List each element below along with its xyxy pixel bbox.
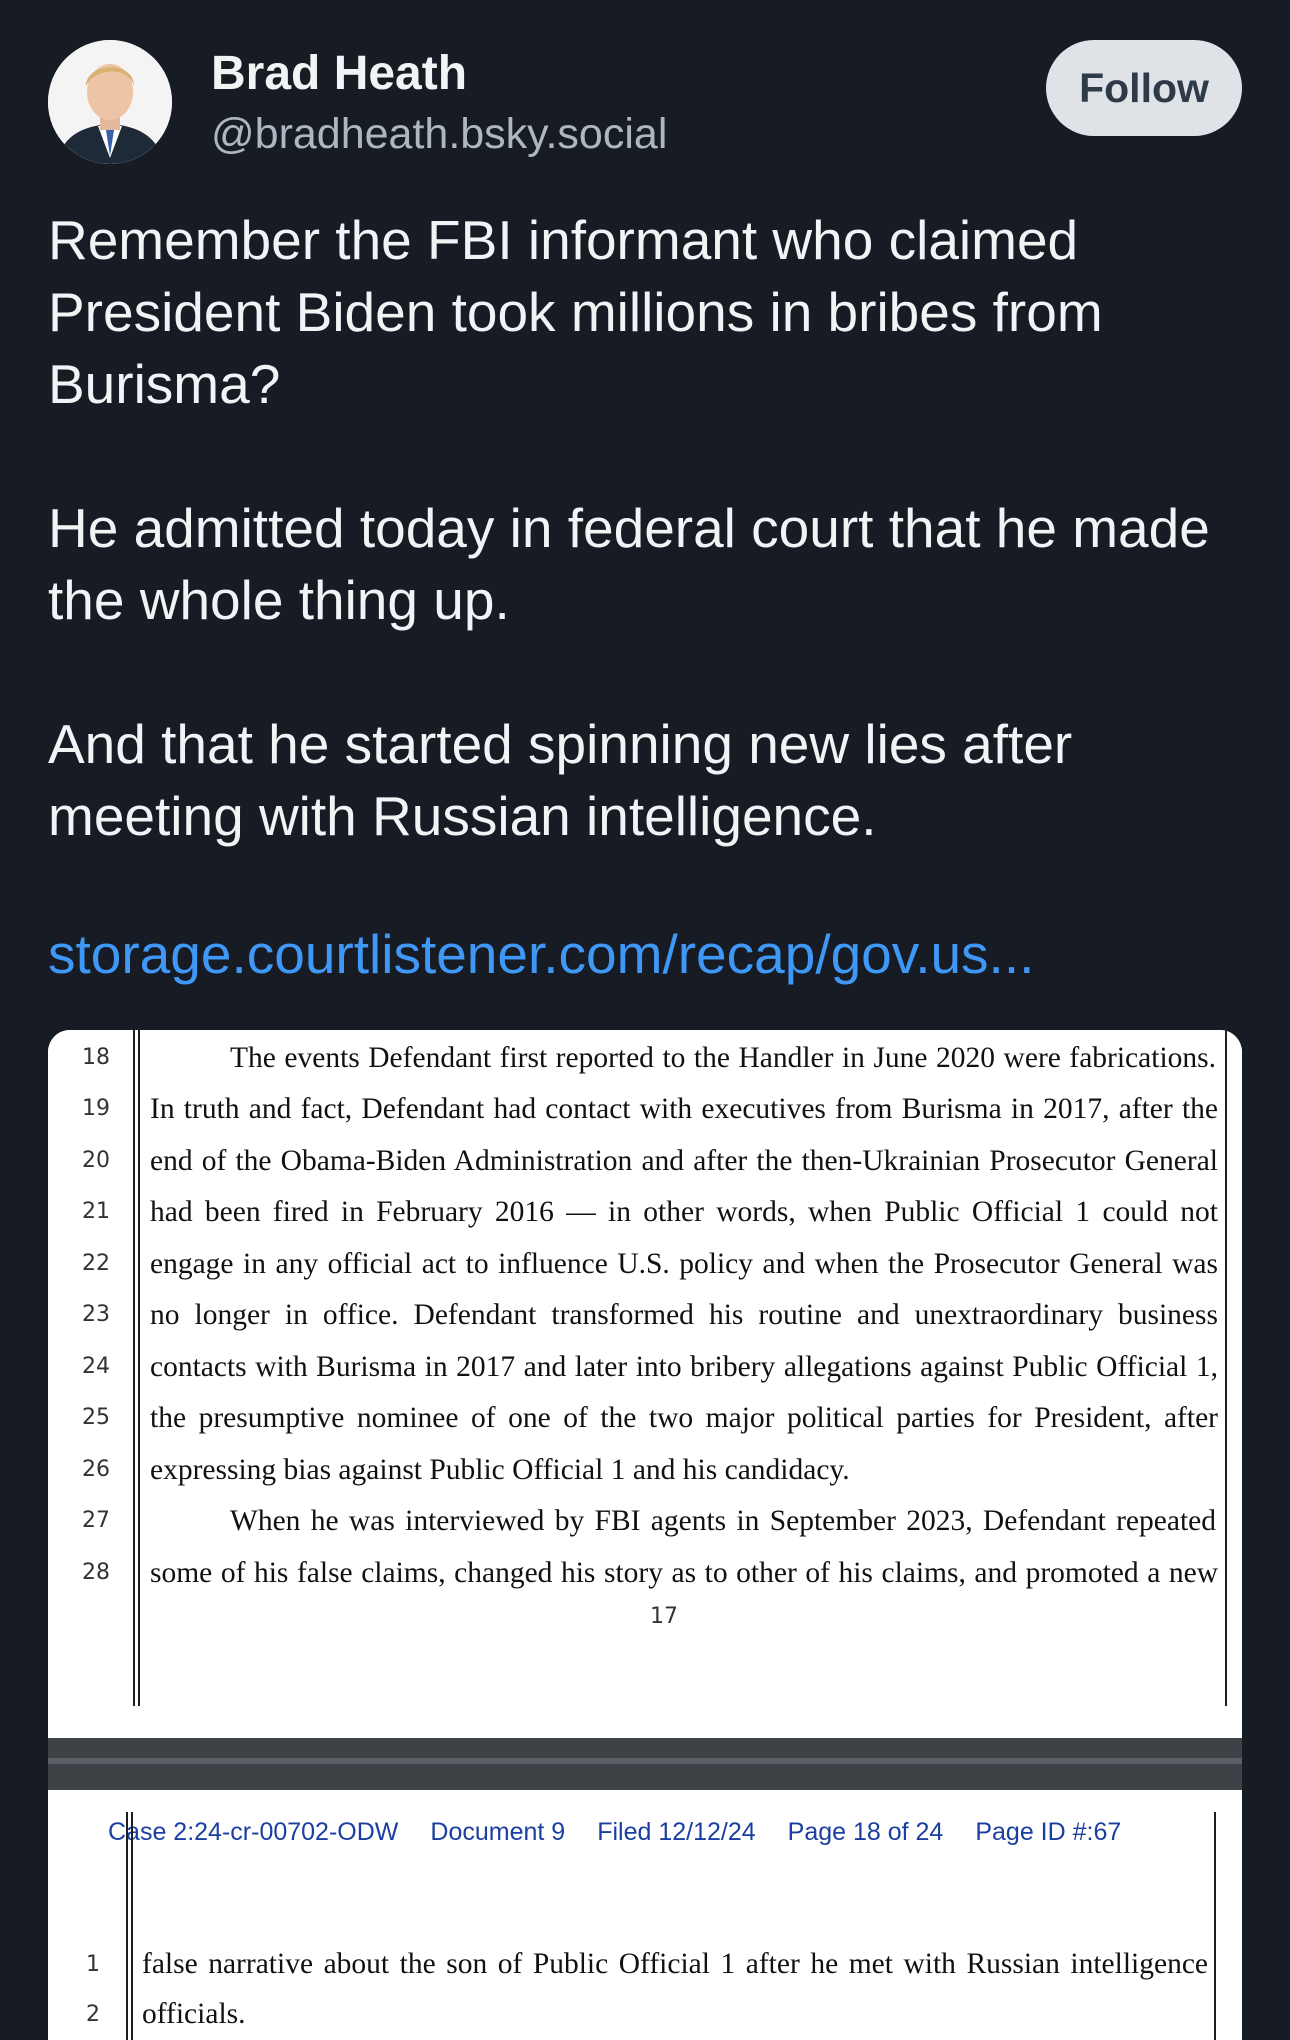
page-of: Page 18 of 24 bbox=[787, 1818, 944, 1846]
line-number: 19 bbox=[82, 1096, 110, 1121]
page-id: Page ID #:67 bbox=[975, 1818, 1122, 1846]
page-separator bbox=[48, 1738, 1242, 1790]
post-paragraph: He admitted today in federal court that … bbox=[48, 497, 1210, 631]
document-line: false narrative about the son of Public … bbox=[142, 1948, 1208, 1980]
case-header: Case 2:24-cr-00702-ODW Document 9 Filed 12… bbox=[108, 1818, 1121, 1847]
line-number: 28 bbox=[82, 1560, 110, 1585]
document-number: Document 9 bbox=[430, 1818, 566, 1846]
document-page-17: 18 The events Defendant first reported t… bbox=[48, 1030, 1242, 1738]
post-link[interactable]: storage.courtlistener.com/recap/gov.us..… bbox=[48, 918, 1034, 990]
post-paragraph: And that he started spinning new lies af… bbox=[48, 713, 1073, 847]
document-line: engage in any official act to influence … bbox=[150, 1248, 1218, 1280]
line-number: 21 bbox=[82, 1199, 110, 1224]
line-number: 23 bbox=[82, 1302, 110, 1327]
follow-button[interactable]: Follow bbox=[1046, 40, 1242, 136]
filed-date: Filed 12/12/24 bbox=[597, 1818, 756, 1846]
document-line: no longer in office. Defendant transform… bbox=[150, 1299, 1218, 1331]
document-line: had been fired in February 2016 — in oth… bbox=[150, 1196, 1218, 1228]
document-line: expressing bias against Public Official … bbox=[150, 1454, 850, 1486]
document-line: the presumptive nominee of one of the tw… bbox=[150, 1402, 1218, 1434]
right-margin-rule bbox=[1225, 1030, 1227, 1706]
document-page-18: Case 2:24-cr-00702-ODW Document 9 Filed 12… bbox=[48, 1790, 1242, 2040]
post-text: Remember the FBI informant who claimed P… bbox=[48, 204, 1248, 852]
line-number: 22 bbox=[82, 1251, 110, 1276]
document-image[interactable]: 18 The events Defendant first reported t… bbox=[48, 1030, 1242, 2040]
author-name[interactable]: Brad Heath bbox=[211, 44, 467, 104]
line-number: 26 bbox=[82, 1457, 110, 1482]
line-number: 18 bbox=[82, 1045, 110, 1070]
document-line: some of his false claims, changed his st… bbox=[150, 1557, 1218, 1589]
avatar-photo-icon bbox=[48, 40, 172, 164]
line-number: 2 bbox=[86, 2002, 100, 2027]
page-number: 17 bbox=[650, 1604, 678, 1629]
right-margin-rule bbox=[1214, 1812, 1216, 2040]
post-screen: Brad Heath @bradheath.bsky.social Follow… bbox=[0, 0, 1290, 2040]
line-number: 20 bbox=[82, 1148, 110, 1173]
author-handle[interactable]: @bradheath.bsky.social bbox=[211, 106, 667, 162]
document-line: When he was interviewed by FBI agents in… bbox=[230, 1505, 1216, 1537]
line-number: 25 bbox=[82, 1405, 110, 1430]
document-line: In truth and fact, Defendant had contact… bbox=[150, 1093, 1218, 1125]
line-number: 27 bbox=[82, 1508, 110, 1533]
document-line: contacts with Burisma in 2017 and later … bbox=[150, 1351, 1218, 1383]
line-number: 24 bbox=[82, 1354, 110, 1379]
avatar[interactable] bbox=[48, 40, 172, 164]
document-line: The events Defendant first reported to t… bbox=[230, 1042, 1216, 1074]
line-number: 1 bbox=[86, 1952, 100, 1977]
case-number: Case 2:24-cr-00702-ODW bbox=[108, 1818, 399, 1846]
document-line: end of the Obama-Biden Administration an… bbox=[150, 1145, 1218, 1177]
page-separator-highlight bbox=[48, 1758, 1242, 1764]
document-line: officials. bbox=[142, 1998, 246, 2030]
post-paragraph: Remember the FBI informant who claimed P… bbox=[48, 209, 1103, 415]
